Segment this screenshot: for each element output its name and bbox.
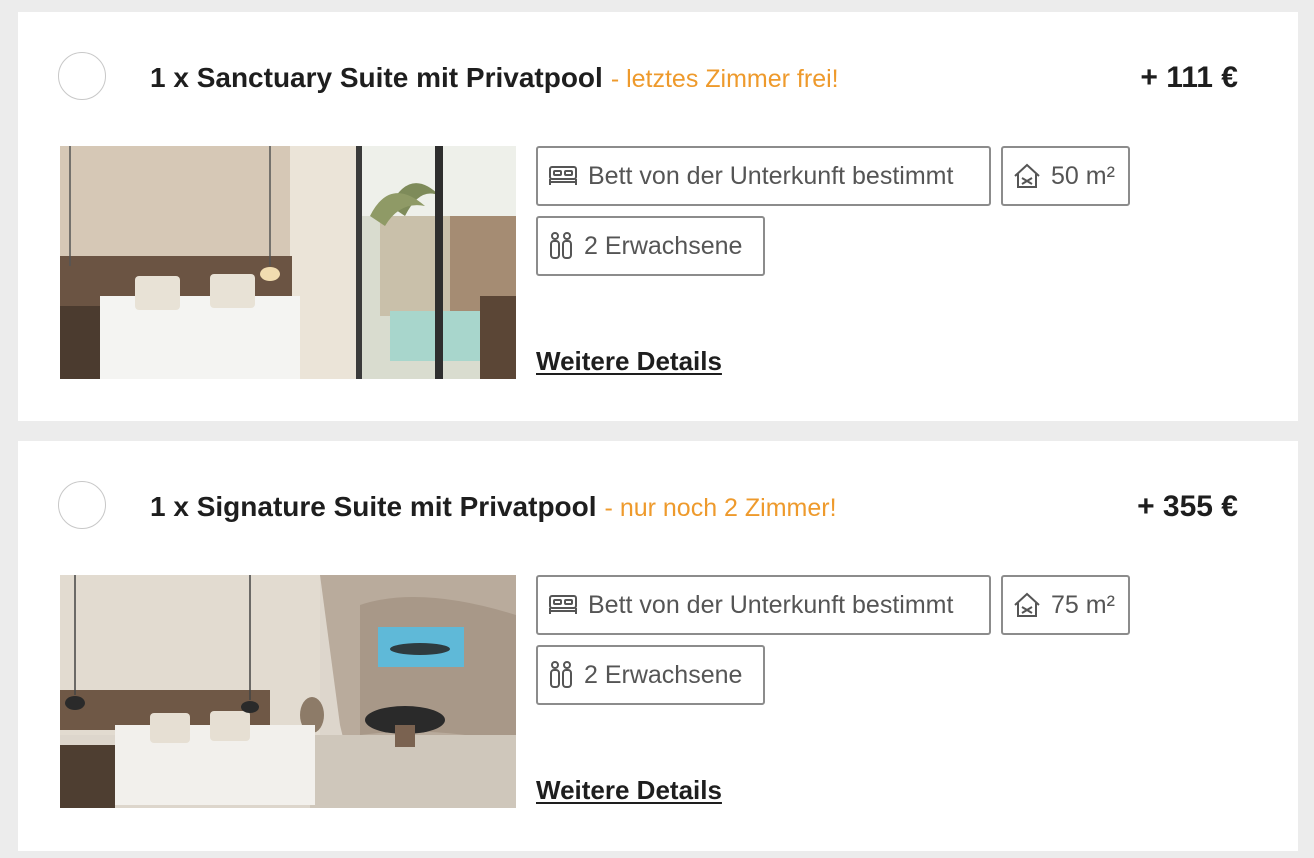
more-details-link[interactable]: Weitere Details [536,346,722,377]
bed-icon [548,165,578,187]
more-details-link[interactable]: Weitere Details [536,775,722,806]
room-option-list: 1 x Sanctuary Suite mit Privatpool - letz… [0,0,1314,858]
room-select-radio[interactable] [58,481,106,529]
availability-note: - nur noch 2 Zimmer! [604,494,837,522]
bed-type-label: Bett von der Unterkunft bestimmt [588,590,954,619]
bed-icon [548,594,578,616]
room-title-row: 1 x Signature Suite mit Privatpool - nur … [150,487,837,528]
room-option-card: 1 x Signature Suite mit Privatpool - nur … [18,441,1298,851]
bed-type-chip: Bett von der Unterkunft bestimmt [536,146,991,206]
room-size-chip: 75 m² [1001,575,1130,635]
persons-icon [548,661,574,689]
room-size-label: 75 m² [1051,590,1115,619]
persons-label: 2 Erwachsene [584,660,743,689]
room-option-card: 1 x Sanctuary Suite mit Privatpool - letz… [18,12,1298,421]
room-size-icon [1013,163,1041,189]
room-size-chip: 50 m² [1001,146,1130,206]
room-photo [60,146,516,379]
room-size-label: 50 m² [1051,161,1115,190]
persons-chip: 2 Erwachsene [536,645,765,705]
availability-note: - letztes Zimmer frei! [610,65,839,93]
persons-icon [548,232,574,260]
persons-chip: 2 Erwachsene [536,216,765,276]
room-size-icon [1013,592,1041,618]
bed-type-chip: Bett von der Unterkunft bestimmt [536,575,991,635]
room-price: + 111 € [1140,61,1238,94]
room-title: 1 x Signature Suite mit Privatpool [150,491,597,522]
persons-label: 2 Erwachsene [584,231,743,260]
room-photo [60,575,516,808]
room-price: + 355 € [1137,490,1238,523]
room-title-row: 1 x Sanctuary Suite mit Privatpool - letz… [150,58,839,99]
bed-type-label: Bett von der Unterkunft bestimmt [588,161,954,190]
room-title: 1 x Sanctuary Suite mit Privatpool [150,62,603,93]
room-select-radio[interactable] [58,52,106,100]
